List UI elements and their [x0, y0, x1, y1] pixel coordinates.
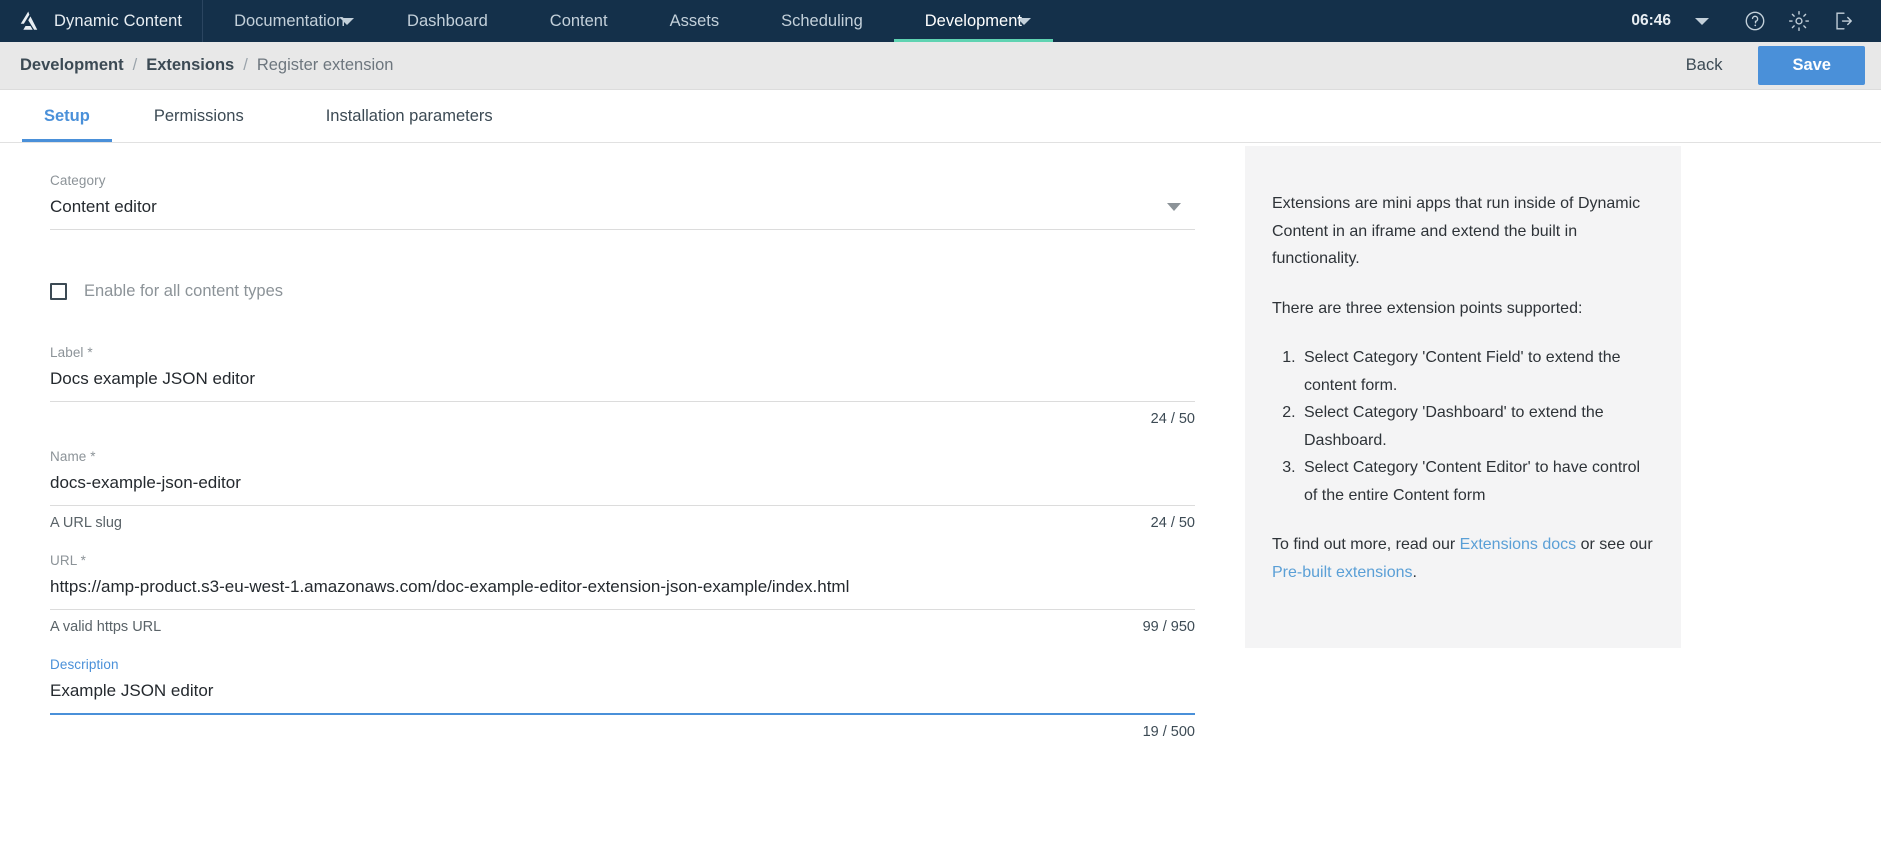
field-character-counter: 19 / 500: [1142, 724, 1195, 740]
tab-label: Setup: [44, 106, 90, 125]
field-character-counter: 24 / 50: [1150, 515, 1195, 531]
breadcrumb-separator: /: [132, 56, 138, 74]
tab-permissions[interactable]: Permissions: [132, 90, 266, 142]
info-footer-paragraph: To find out more, read our Extensions do…: [1272, 531, 1654, 586]
tab-bar: Setup Permissions Installation parameter…: [0, 90, 1881, 143]
nav-item-label: Assets: [669, 11, 720, 30]
info-paragraph-2: There are three extension points support…: [1272, 299, 1583, 317]
breadcrumb: Development / Extensions / Register exte…: [20, 56, 394, 75]
nav-item-scheduling[interactable]: Scheduling: [750, 0, 894, 42]
field-footer: A URL slug 24 / 50: [50, 506, 1195, 531]
field-helper-text: A valid https URL: [50, 619, 162, 635]
info-footer-suffix: .: [1412, 563, 1417, 581]
nav-item-label: Scheduling: [781, 11, 863, 30]
breadcrumb-bar: Development / Extensions / Register exte…: [0, 42, 1881, 90]
name-input[interactable]: docs-example-json-editor: [50, 473, 1195, 505]
gear-icon[interactable]: [1777, 0, 1821, 42]
nav-item-development[interactable]: Development: [894, 0, 1053, 42]
top-navigation-bar: Dynamic Content Documentation Dashboard …: [0, 0, 1881, 42]
question-circle-icon[interactable]: [1733, 0, 1777, 42]
field-label-input: Label * Docs example JSON editor 24 / 50: [50, 345, 1195, 427]
nav-item-label: Documentation: [234, 11, 346, 30]
breadcrumb-item-current: Register extension: [256, 56, 394, 74]
description-input[interactable]: Example JSON editor: [50, 681, 1195, 713]
enable-all-content-types-checkbox[interactable]: [50, 283, 67, 300]
enable-all-content-types-row[interactable]: Enable for all content types: [50, 282, 1195, 301]
nav-item-assets[interactable]: Assets: [639, 0, 751, 42]
field-category: Category Content editor: [50, 173, 1195, 230]
pre-built-extensions-link[interactable]: Pre-built extensions: [1272, 564, 1413, 581]
extensions-info-card: Extensions are mini apps that run inside…: [1245, 146, 1681, 649]
field-label: Category: [50, 173, 106, 188]
back-button[interactable]: Back: [1664, 48, 1745, 83]
field-helper-text: A URL slug: [50, 515, 122, 531]
brand-name: Dynamic Content: [54, 11, 183, 30]
nav-item-dashboard[interactable]: Dashboard: [376, 0, 519, 42]
brand-area[interactable]: Dynamic Content: [0, 0, 204, 42]
nav-item-label: Development: [924, 11, 1022, 30]
category-select[interactable]: Content editor: [50, 197, 1195, 229]
field-url-input: URL * https://amp-product.s3-eu-west-1.a…: [50, 553, 1195, 635]
nav-item-label: Dashboard: [407, 11, 488, 30]
info-footer-middle: or see our: [1576, 536, 1653, 554]
save-button[interactable]: Save: [1758, 46, 1865, 85]
chevron-down-icon[interactable]: [1167, 203, 1181, 211]
tab-setup[interactable]: Setup: [22, 90, 112, 142]
field-footer: 19 / 500: [50, 715, 1195, 740]
list-item: Select Category 'Content Field' to exten…: [1300, 344, 1654, 399]
field-label: Name *: [50, 449, 96, 464]
info-footer-prefix: To find out more, read our: [1272, 536, 1460, 554]
nav-item-content[interactable]: Content: [519, 0, 639, 42]
field-character-counter: 99 / 950: [1142, 619, 1195, 635]
primary-nav: Documentation Dashboard Content Assets S…: [203, 0, 1053, 42]
tab-label: Installation parameters: [325, 106, 493, 125]
field-label: URL *: [50, 553, 87, 568]
chevron-down-icon[interactable]: [1017, 17, 1031, 25]
chevron-down-icon[interactable]: [1695, 17, 1709, 25]
topbar-right-controls: 06:46: [1615, 0, 1881, 42]
main-content: Category Content editor Enable for all c…: [0, 143, 1881, 856]
nav-item-documentation[interactable]: Documentation: [203, 0, 376, 42]
tab-label: Permissions: [153, 106, 244, 125]
list-item: Select Category 'Dashboard' to extend th…: [1300, 399, 1654, 454]
tab-installation-parameters[interactable]: Installation parameters: [304, 90, 515, 142]
breadcrumb-item-extensions[interactable]: Extensions: [146, 56, 234, 75]
breadcrumb-separator: /: [243, 56, 248, 74]
category-selected-value: Content editor: [50, 197, 157, 216]
info-panel-column: Extensions are mini apps that run inside…: [1245, 143, 1881, 856]
field-character-counter: 24 / 50: [1150, 411, 1195, 427]
info-paragraph-1: Extensions are mini apps that run inside…: [1272, 195, 1641, 268]
sign-out-icon[interactable]: [1821, 0, 1865, 42]
field-name-input: Name * docs-example-json-editor A URL sl…: [50, 449, 1195, 531]
amplience-logo-icon: [18, 10, 40, 32]
field-footer: A valid https URL 99 / 950: [50, 610, 1195, 635]
nav-item-label: Content: [549, 11, 608, 30]
field-label: Description: [50, 657, 119, 672]
extension-setup-form: Category Content editor Enable for all c…: [0, 143, 1245, 856]
extension-points-list: Select Category 'Content Field' to exten…: [1272, 344, 1654, 509]
label-input[interactable]: Docs example JSON editor: [50, 369, 1195, 401]
url-input[interactable]: https://amp-product.s3-eu-west-1.amazona…: [50, 577, 1195, 609]
field-underline: [50, 229, 1195, 230]
list-item: Select Category 'Content Editor' to have…: [1300, 454, 1654, 509]
page-actions: Back Save: [1664, 46, 1865, 85]
field-description-input: Description Example JSON editor 19 / 500: [50, 657, 1195, 740]
field-footer: 24 / 50: [50, 402, 1195, 427]
field-label: Label *: [50, 345, 93, 360]
enable-all-content-types-label[interactable]: Enable for all content types: [84, 282, 283, 301]
chevron-down-icon[interactable]: [340, 17, 355, 25]
breadcrumb-item-development[interactable]: Development: [20, 56, 124, 75]
extensions-docs-link[interactable]: Extensions docs: [1460, 536, 1577, 553]
clock-display: 06:46: [1631, 12, 1671, 29]
